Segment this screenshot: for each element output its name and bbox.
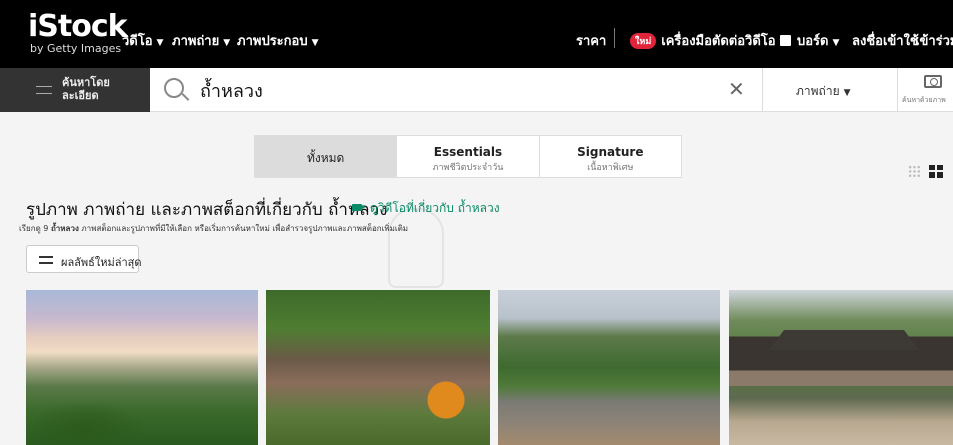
nav-photos-label: ภาพถ่าย	[172, 34, 220, 49]
istock-logo[interactable]: iStock by Getty Images	[28, 9, 128, 55]
result-image-mountain-landscape[interactable]	[26, 290, 258, 445]
refine-label: ค้นหาโดย ละเอียด	[62, 76, 110, 102]
search-by-image-label: ค้นหาด้วยภาพ	[902, 96, 946, 104]
nav-pricing-label: ราคา	[576, 34, 607, 49]
tab-essentials-subtitle: ภาพชีวิตประจำวัน	[432, 163, 504, 173]
browse-rest: ภาพสต็อกและรูปภาพที่มีให้เลือก หรือเริ่ม…	[78, 224, 409, 233]
nav-join[interactable]: เข้าร่วม	[915, 30, 953, 51]
nav-videos[interactable]: วิดีโอ ▼	[122, 30, 163, 51]
result-image-crowd-ceremony[interactable]	[266, 290, 490, 445]
tab-signature[interactable]: Signature เนื้อหาพิเศษ	[538, 136, 681, 177]
sort-icon	[39, 255, 53, 265]
tab-essentials[interactable]: Essentials ภาพชีวิตประจำวัน	[396, 136, 538, 177]
video-icon	[352, 204, 366, 211]
chevron-down-icon: ▼	[843, 88, 851, 98]
mosaic-view-icon[interactable]	[929, 165, 943, 178]
new-badge: ใหม่	[630, 33, 657, 49]
nav-illustrations-label: ภาพประกอบ	[237, 34, 308, 49]
nav-divider	[614, 28, 615, 48]
tab-signature-subtitle: เนื้อหาพิเศษ	[587, 163, 634, 173]
related-videos-label: ดูวิดีโอที่เกี่ยวกับ ถ้ำหลวง	[370, 201, 500, 215]
browse-term: ถ้ำหลวง	[50, 224, 79, 233]
grid-view-icon[interactable]	[908, 165, 921, 178]
sort-newest-button[interactable]: ผลลัพธ์ใหม่ล่าสุด	[26, 245, 142, 273]
watermark-seal	[388, 208, 444, 288]
search-icon[interactable]	[164, 78, 184, 98]
tab-all-title: ทั้งหมด	[306, 151, 345, 165]
result-image-pavilion-statue[interactable]	[729, 290, 953, 445]
browse-prefix: เรียกดู 9	[19, 224, 51, 233]
nav-signin[interactable]: ลงชื่อเข้าใช้	[852, 30, 919, 51]
result-image-valley-market[interactable]	[498, 290, 720, 445]
clear-icon[interactable]: ✕	[728, 77, 745, 101]
chevron-down-icon: ▼	[223, 38, 231, 48]
refine-icon	[36, 83, 52, 97]
refine-search-button[interactable]: ค้นหาโดย ละเอียด	[0, 68, 150, 112]
tab-essentials-title: Essentials	[433, 145, 503, 159]
logo-subtitle: by Getty Images	[30, 42, 122, 55]
nav-illustrations[interactable]: ภาพประกอบ ▼	[237, 30, 319, 51]
nav-video-editor[interactable]: ใหม่เครื่องมือตัดต่อวิดีโอ▼	[630, 30, 787, 51]
chevron-down-icon: ▼	[832, 38, 840, 48]
refine-label-line-1: ค้นหาโดย	[62, 76, 110, 89]
tab-all[interactable]: ทั้งหมด	[255, 136, 397, 177]
camera-icon	[924, 75, 942, 88]
nav-boards[interactable]: บอร์ด ▼	[780, 30, 839, 51]
browse-description: เรียกดู 9 ถ้ำหลวง ภาพสต็อกและรูปภาพที่มี…	[19, 222, 408, 235]
top-navigation: iStock by Getty Images วิดีโอ ▼ ภาพถ่าย ▼ …	[0, 0, 953, 68]
nav-signin-label: ลงชื่อเข้าใช้	[852, 34, 919, 49]
related-videos-link[interactable]: ดูวิดีโอที่เกี่ยวกับ ถ้ำหลวง	[352, 199, 500, 218]
chevron-down-icon: ▼	[156, 38, 164, 48]
nav-boards-label: บอร์ด	[797, 34, 829, 49]
nav-videos-label: วิดีโอ	[122, 34, 153, 49]
media-type-label: ภาพถ่าย	[796, 84, 840, 98]
nav-pricing[interactable]: ราคา	[576, 30, 606, 51]
pavilion-roof	[769, 330, 919, 350]
nav-photos[interactable]: ภาพถ่าย ▼	[172, 30, 230, 51]
media-type-select[interactable]: ภาพถ่าย ▼	[796, 82, 851, 101]
refine-label-line-2: ละเอียด	[62, 89, 99, 102]
page-title: รูปภาพ ภาพถ่าย และภาพสต็อกที่เกี่ยวกับ ถ…	[26, 200, 388, 220]
sort-label: ผลลัพธ์ใหม่ล่าสุด	[61, 256, 142, 269]
search-by-image-button[interactable]: ค้นหาด้วยภาพ	[897, 68, 953, 112]
search-divider	[762, 68, 763, 112]
chevron-down-icon: ▼	[311, 38, 319, 48]
boards-icon	[780, 35, 791, 46]
istock-search-page: iStock by Getty Images วิดีโอ ▼ ภาพถ่าย ▼ …	[0, 0, 953, 445]
search-input[interactable]	[200, 76, 700, 104]
tab-signature-title: Signature	[577, 145, 644, 159]
search-bar: ค้นหาโดย ละเอียด ✕ ภาพถ่าย▼ ค้นหาด้วยภาพ	[0, 68, 953, 112]
nav-video-editor-label: เครื่องมือตัดต่อวิดีโอ	[661, 34, 776, 49]
nav-join-label: เข้าร่วม	[915, 34, 953, 49]
collection-tabs: ทั้งหมด Essentials ภาพชีวิตประจำวัน Sign…	[254, 135, 682, 178]
logo-brand: iStock	[28, 9, 128, 44]
